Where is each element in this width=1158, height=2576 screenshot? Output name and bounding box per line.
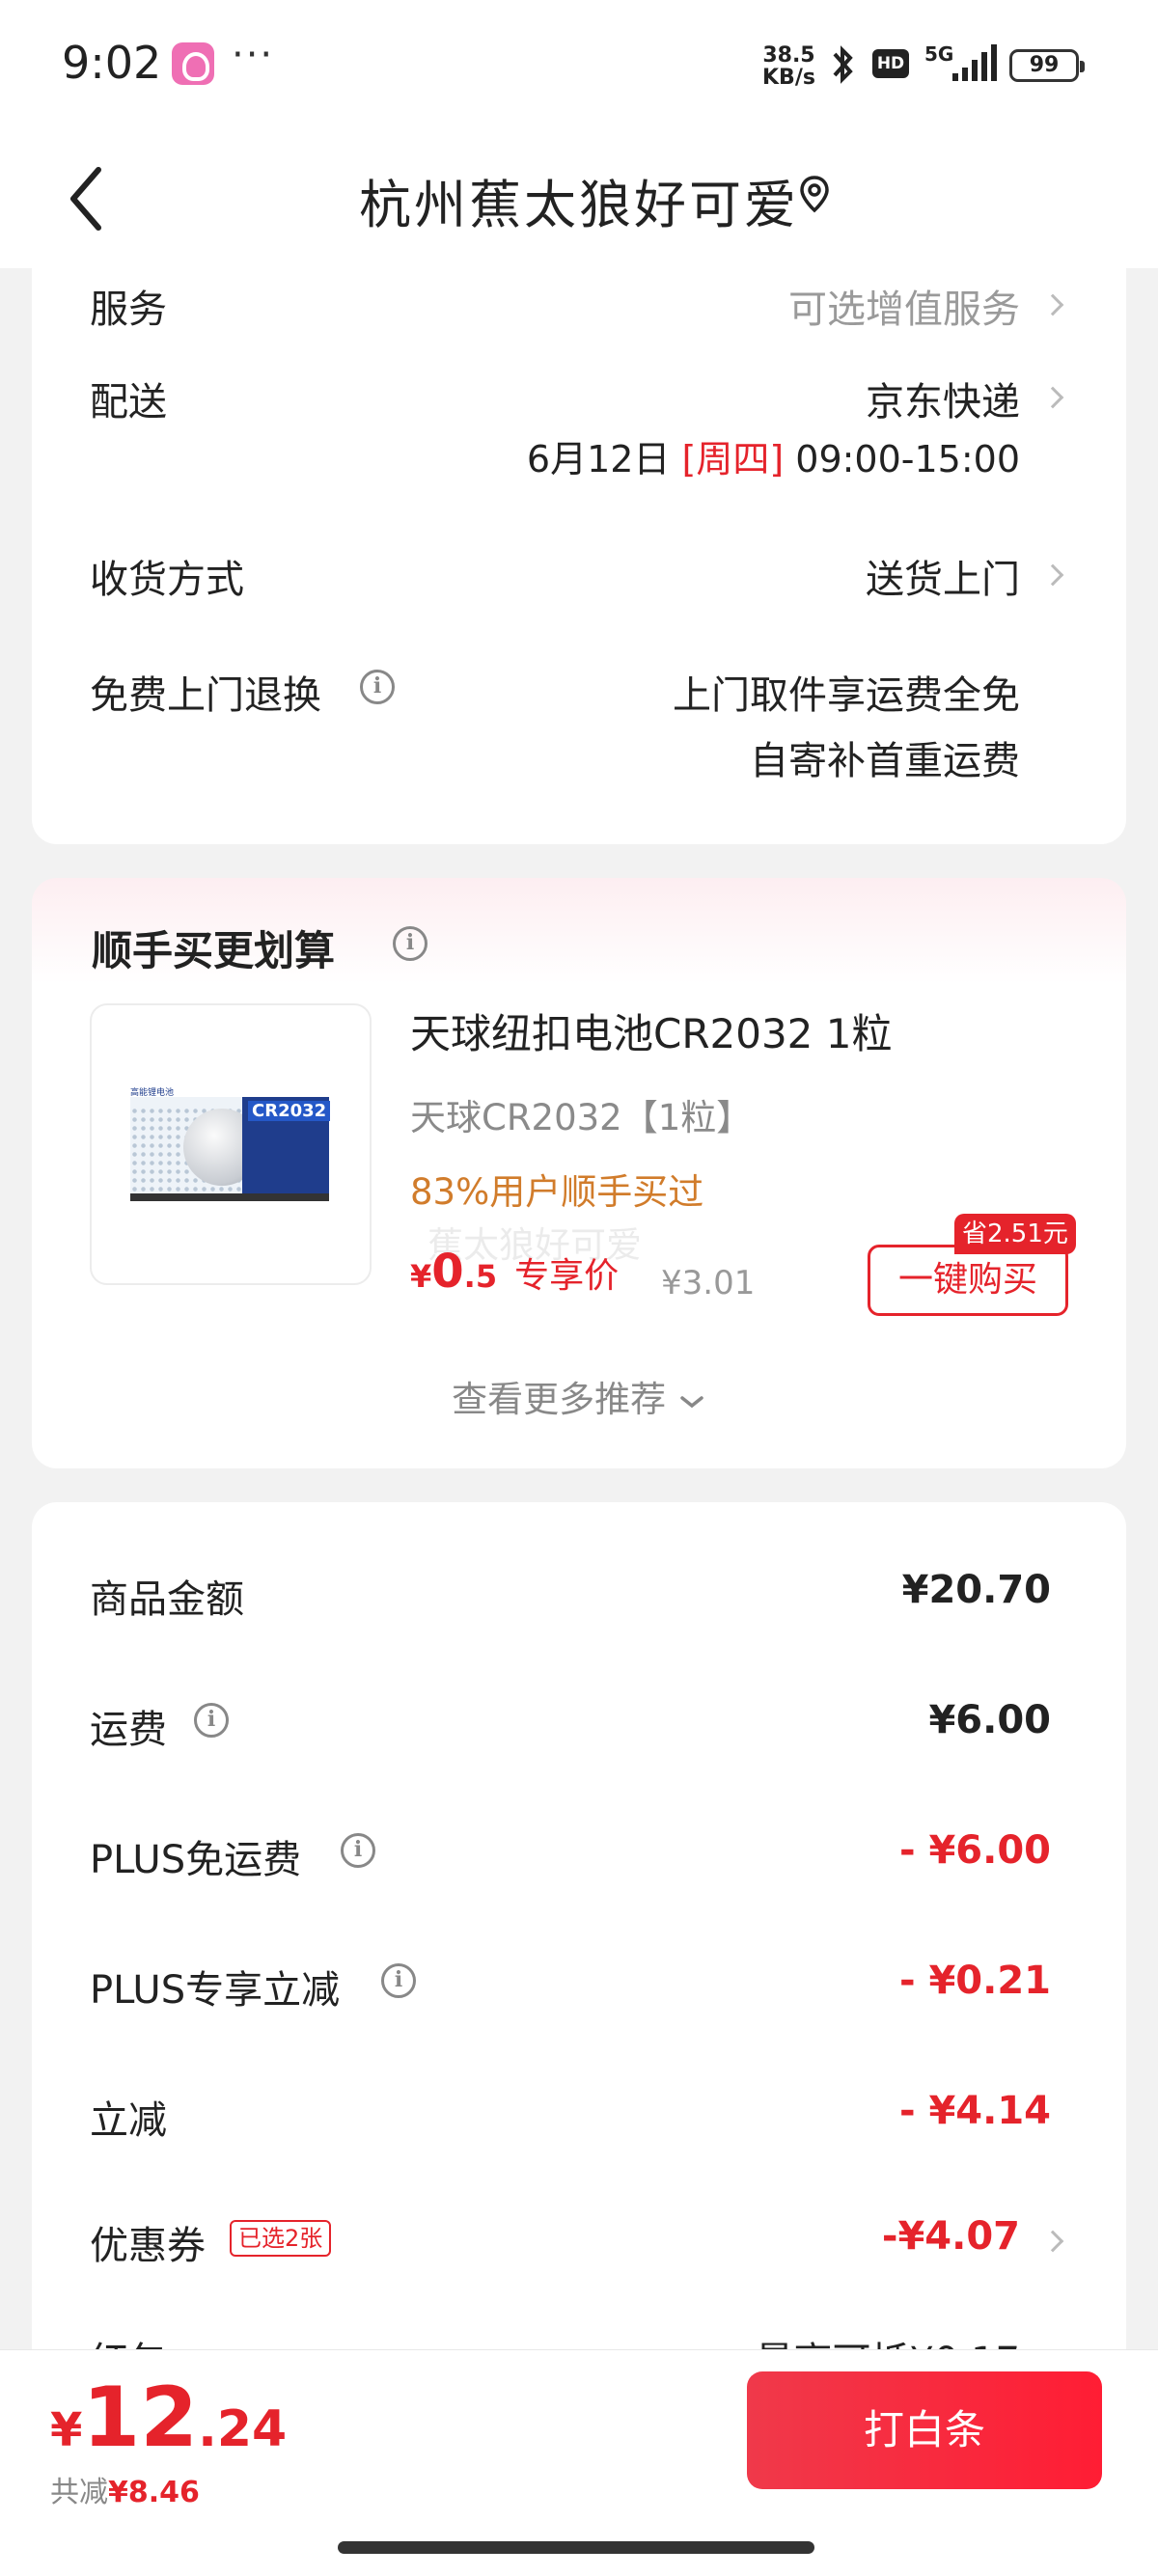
freight-label: 运费 xyxy=(90,1708,167,1752)
bought-together-text: 83%用户顺手买过 xyxy=(410,1171,704,1213)
plus-free-freight-label: PLUS免运费 xyxy=(90,1838,302,1882)
coupon-selected-tag: 已选2张 xyxy=(230,2220,332,2257)
info-icon[interactable]: i xyxy=(381,1963,416,1998)
price-summary-card: 商品金额 ¥20.70 运费 i ¥6.00 PLUS免运费 i - ¥6.00… xyxy=(32,1502,1126,2467)
info-icon[interactable]: i xyxy=(393,926,427,961)
service-value[interactable]: 可选增值服务 xyxy=(788,278,1020,334)
discount-prefix: 共减 xyxy=(50,2476,108,2509)
package-brand: CR2032 xyxy=(248,1101,331,1121)
coupon-label: 优惠券 xyxy=(90,2224,206,2268)
receive-method-value[interactable]: 送货上门 xyxy=(866,548,1020,604)
freight-value: ¥6.00 xyxy=(928,1698,1051,1742)
checkout-bar: ¥12.24 共减¥8.46 打白条 xyxy=(0,2349,1158,2576)
save-badge: 省2.51元 xyxy=(954,1214,1076,1254)
receive-method-label: 收货方式 xyxy=(90,558,244,602)
product-image[interactable]: 高能锂电池 CR2032 xyxy=(90,1003,372,1285)
coupon-value[interactable]: -¥4.07 xyxy=(882,2214,1020,2259)
total-integer: 12 xyxy=(82,2370,199,2466)
network-speed: 38.5 KB/s xyxy=(762,44,815,89)
shipping-schedule[interactable]: 6月12日 [周四] 09:00-15:00 xyxy=(527,429,1020,482)
shipping-time: 09:00-15:00 xyxy=(795,438,1020,480)
addon-card: 顺手买更划算 i 高能锂电池 CR2032 天球纽扣电池CR2032 1粒 天球… xyxy=(32,878,1126,1468)
plus-free-freight-value: - ¥6.00 xyxy=(898,1828,1051,1873)
original-price: ¥3.01 xyxy=(661,1264,756,1302)
goods-amount-label: 商品金额 xyxy=(90,1577,244,1622)
more-recommendations-link[interactable]: 查看更多推荐 xyxy=(32,1370,1126,1422)
hd-icon: HD xyxy=(872,49,909,78)
info-icon[interactable]: i xyxy=(360,670,395,704)
chevron-right-icon[interactable] xyxy=(1041,2230,1064,2253)
delivery-card: 服务 可选增值服务 配送 京东快递 6月12日 [周四] 09:00-15:00… xyxy=(32,241,1126,844)
info-icon[interactable]: i xyxy=(194,1703,229,1738)
total-symbol: ¥ xyxy=(50,2403,83,2457)
price-decimal: .5 xyxy=(463,1258,498,1295)
exclusive-price-tag: 专享价 xyxy=(514,1256,620,1296)
addon-title: 顺手买更划算 xyxy=(92,927,336,974)
plus-discount-value: - ¥0.21 xyxy=(898,1959,1051,2003)
chevron-right-icon[interactable] xyxy=(1041,293,1064,316)
network-type: 5G xyxy=(924,42,954,66)
free-return-line1: 上门取件享运费全免 xyxy=(673,673,1020,718)
battery-package-image: 高能锂电池 CR2032 xyxy=(130,1088,331,1201)
service-label: 服务 xyxy=(90,288,167,332)
product-price: ¥0.5 专享价 xyxy=(410,1245,619,1299)
chevron-right-icon[interactable] xyxy=(1041,386,1064,409)
total-decimal: .24 xyxy=(198,2400,288,2458)
status-bar: 9:02 ··· 38.5 KB/s HD 5G 99 xyxy=(0,0,1158,133)
price-integer: 0 xyxy=(431,1245,464,1299)
instant-discount-value: - ¥4.14 xyxy=(898,2089,1051,2133)
more-notifications-icon: ··· xyxy=(232,33,275,77)
plus-discount-label: PLUS专享立减 xyxy=(90,1968,341,2013)
page-title[interactable]: 杭州蕉太狼好可爱 xyxy=(0,162,1158,238)
pay-with-baitiao-button[interactable]: 打白条 xyxy=(747,2371,1102,2489)
shipping-value[interactable]: 京东快递 xyxy=(866,370,1020,426)
network-speed-value: 38.5 xyxy=(762,43,815,68)
package-tiny-label: 高能锂电池 xyxy=(130,1088,175,1098)
status-time: 9:02 xyxy=(62,37,162,89)
free-return-label: 免费上门退换 xyxy=(90,673,321,718)
battery-icon: 99 xyxy=(1009,49,1085,82)
network-speed-unit: KB/s xyxy=(762,66,815,90)
one-click-buy-button[interactable]: 一键购买 xyxy=(868,1245,1068,1316)
shipping-label: 配送 xyxy=(90,380,167,425)
app-notification-icon xyxy=(172,42,214,85)
instant-discount-label: 立减 xyxy=(90,2098,167,2143)
total-discount[interactable]: 共减¥8.46 xyxy=(50,2468,200,2510)
free-return-line2: 自寄补首重运费 xyxy=(750,739,1020,783)
chevron-right-icon[interactable] xyxy=(1041,563,1064,587)
info-icon[interactable]: i xyxy=(341,1833,375,1868)
signal-icon xyxy=(952,44,997,81)
product-name[interactable]: 天球纽扣电池CR2032 1粒 xyxy=(410,1001,892,1060)
price-symbol: ¥ xyxy=(410,1258,432,1295)
location-pin-icon[interactable] xyxy=(797,174,832,216)
discount-amount: ¥8.46 xyxy=(108,2476,200,2509)
shipping-weekday: [周四] xyxy=(681,438,785,480)
shipping-date: 6月12日 xyxy=(526,438,671,480)
chevron-down-icon xyxy=(680,1395,703,1408)
product-spec: 天球CR2032【1粒】 xyxy=(410,1097,753,1138)
bluetooth-icon xyxy=(833,45,853,84)
more-recommendations-label: 查看更多推荐 xyxy=(452,1379,667,1420)
goods-amount-value: ¥20.70 xyxy=(901,1568,1051,1612)
total-price: ¥12.24 xyxy=(50,2370,287,2466)
home-indicator[interactable] xyxy=(338,2541,814,2554)
